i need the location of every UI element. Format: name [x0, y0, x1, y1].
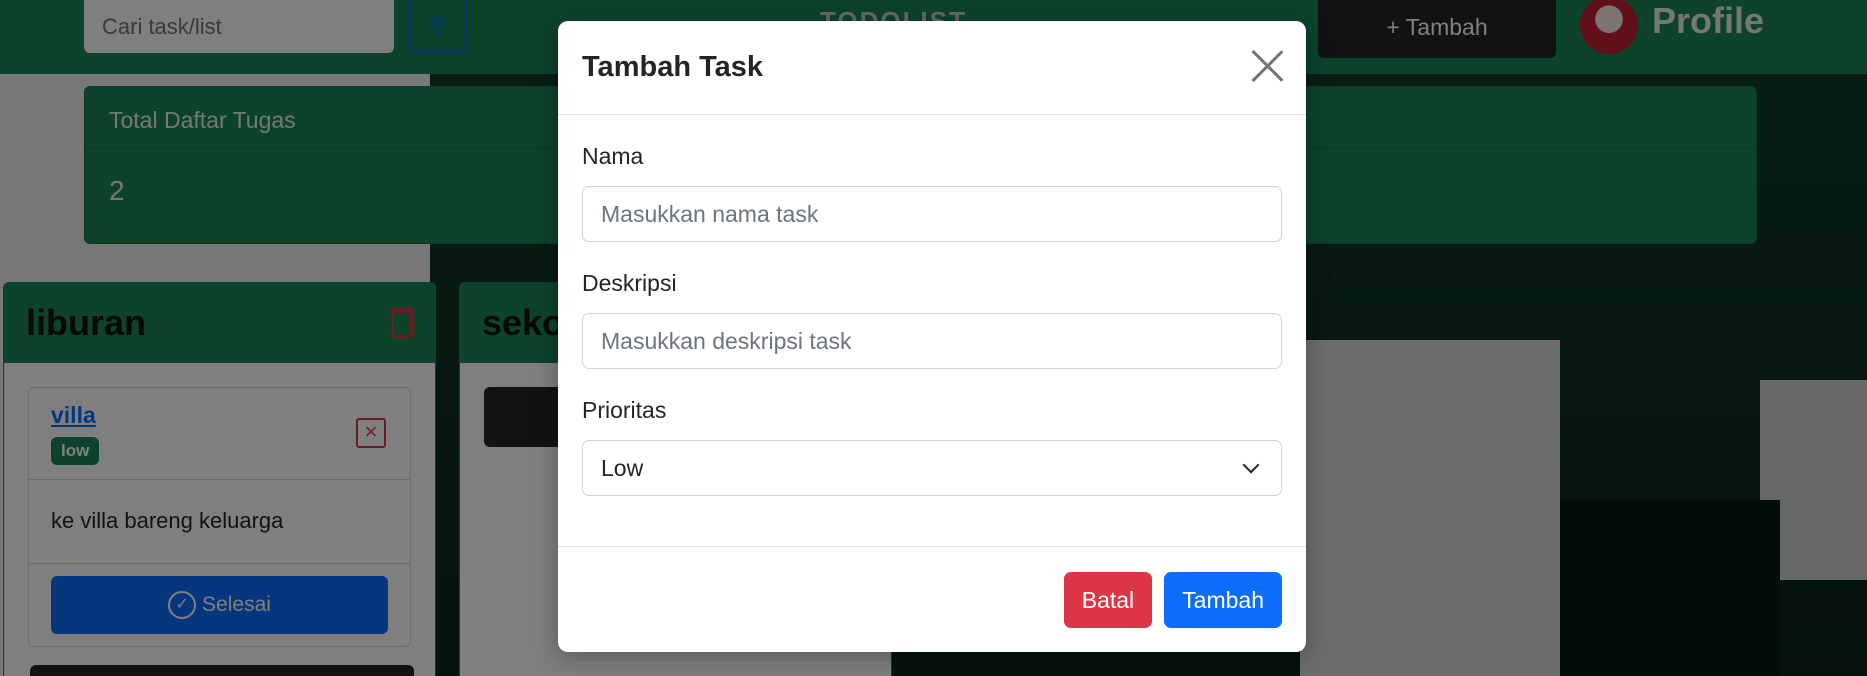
- priority-group: Prioritas Low: [582, 397, 1282, 496]
- close-icon[interactable]: [1250, 49, 1284, 83]
- description-label: Deskripsi: [582, 270, 677, 296]
- name-group: Nama: [582, 143, 1282, 242]
- priority-select[interactable]: Low: [582, 440, 1282, 496]
- modal-title: Tambah Task: [582, 51, 764, 83]
- description-input[interactable]: [582, 313, 1282, 369]
- name-label: Nama: [582, 143, 644, 169]
- name-input[interactable]: [582, 186, 1282, 242]
- add-task-modal: Tambah Task Nama Deskripsi Prioritas Low…: [558, 21, 1306, 652]
- priority-label: Prioritas: [582, 397, 667, 423]
- description-group: Deskripsi: [582, 270, 1282, 369]
- modal-body: Nama Deskripsi Prioritas Low: [558, 115, 1306, 496]
- submit-button[interactable]: Tambah: [1164, 571, 1282, 628]
- cancel-button[interactable]: Batal: [1063, 571, 1153, 628]
- modal-header: Tambah Task: [558, 21, 1306, 115]
- modal-footer: Batal Tambah: [558, 546, 1306, 652]
- chevron-down-icon: [1242, 456, 1260, 474]
- priority-value: Low: [601, 455, 644, 481]
